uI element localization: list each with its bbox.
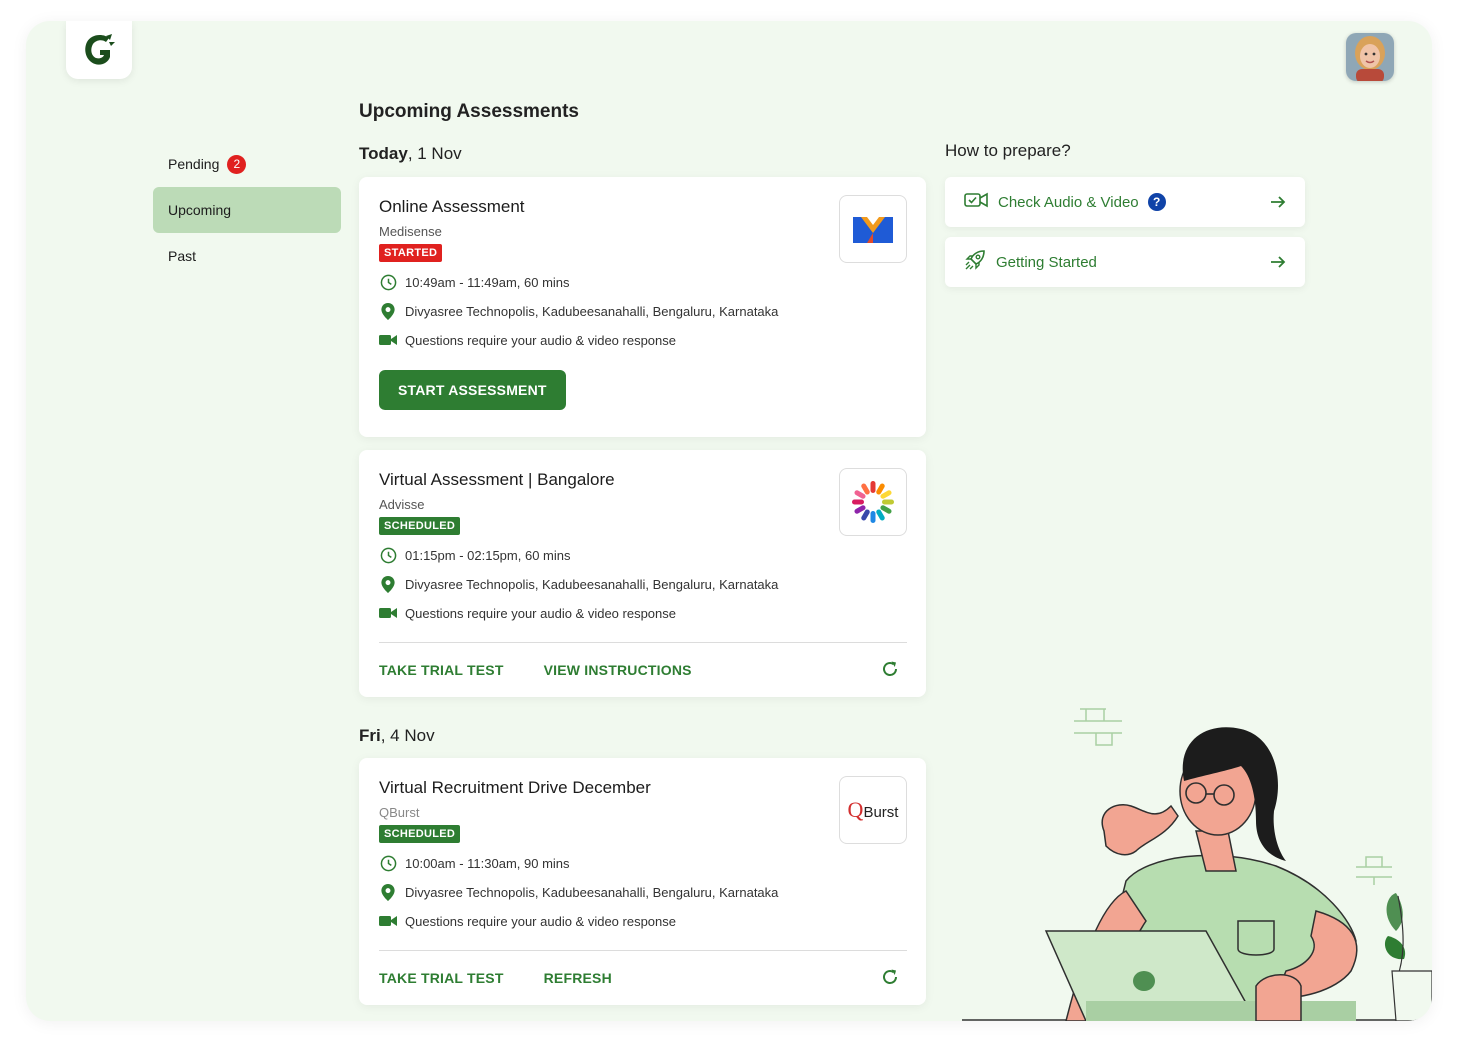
getting-started-link[interactable]: Getting Started: [945, 237, 1305, 287]
prepare-item-label: Getting Started: [996, 253, 1097, 271]
status-badge: STARTED: [379, 244, 443, 262]
media-text: Questions require your audio & video res…: [405, 332, 676, 348]
qburst-logo-q: Q: [847, 797, 864, 822]
advisse-logo-icon: [852, 481, 894, 523]
location-text: Divyasree Technopolis, Kadubeesanahalli,…: [405, 884, 779, 900]
location-row: Divyasree Technopolis, Kadubeesanahalli,…: [379, 302, 907, 320]
status-badge: SCHEDULED: [379, 517, 461, 535]
day-label: Fri: [359, 726, 381, 745]
thinking-person-illustration: [962, 708, 1432, 1021]
company-logo: Q Burst: [839, 776, 907, 844]
video-check-icon: [964, 192, 988, 213]
time-text: 01:15pm - 02:15pm, 60 mins: [405, 547, 571, 563]
video-camera-icon: [379, 912, 397, 930]
app-frame: Pending 2 Upcoming Past Upcoming Assessm…: [26, 21, 1432, 1021]
medisense-logo-icon: [853, 217, 893, 243]
arrow-right-icon: [1269, 193, 1287, 216]
time-text: 10:00am - 11:30am, 90 mins: [405, 855, 570, 871]
prepare-item-label: Check Audio & Video: [998, 193, 1139, 211]
rocket-icon: [964, 249, 986, 276]
card-footer: TAKE TRIAL TEST REFRESH: [379, 950, 907, 1004]
location-row: Divyasree Technopolis, Kadubeesanahalli,…: [379, 883, 907, 901]
refresh-button[interactable]: REFRESH: [544, 970, 612, 986]
company-name: Advisse: [379, 497, 425, 512]
page-title: Upcoming Assessments: [359, 101, 579, 122]
video-camera-icon: [379, 604, 397, 622]
assessment-card: Virtual Assessment | Bangalore Advisse S…: [359, 450, 926, 697]
take-trial-test-button[interactable]: TAKE TRIAL TEST: [379, 970, 504, 986]
prepare-title: How to prepare?: [945, 141, 1071, 160]
check-audio-video-link[interactable]: Check Audio & Video ?: [945, 177, 1305, 227]
clock-icon: [379, 546, 397, 564]
take-trial-test-button[interactable]: TAKE TRIAL TEST: [379, 662, 504, 678]
view-instructions-button[interactable]: VIEW INSTRUCTIONS: [544, 662, 692, 678]
media-row: Questions require your audio & video res…: [379, 604, 907, 622]
day-label: Today: [359, 144, 408, 163]
location-pin-icon: [379, 575, 397, 593]
time-row: 01:15pm - 02:15pm, 60 mins: [379, 546, 907, 564]
clock-icon: [379, 854, 397, 872]
refresh-icon[interactable]: [881, 968, 899, 991]
media-row: Questions require your audio & video res…: [379, 912, 907, 930]
help-icon[interactable]: ?: [1147, 193, 1166, 211]
status-badge: SCHEDULED: [379, 825, 461, 843]
assessment-card: Online Assessment Medisense STARTED 10:4…: [359, 177, 926, 437]
qburst-logo: Q Burst: [848, 797, 899, 823]
company-logo: [839, 195, 907, 263]
date-label: , 4 Nov: [380, 726, 435, 745]
assessment-title: Online Assessment: [379, 197, 525, 216]
sidebar: Pending 2 Upcoming Past: [153, 141, 341, 279]
app-logo[interactable]: [66, 21, 132, 79]
video-camera-icon: [379, 331, 397, 349]
pending-count-badge: 2: [227, 154, 247, 174]
day-heading-today: Today, 1 Nov: [359, 144, 462, 164]
date-label: , 1 Nov: [407, 144, 462, 163]
time-text: 10:49am - 11:49am, 60 mins: [405, 274, 570, 290]
arrow-right-icon: [1269, 253, 1287, 276]
location-pin-icon: [379, 302, 397, 320]
crocodile-logo-icon: [85, 34, 115, 65]
sidebar-item-label: Pending: [168, 156, 220, 172]
assessment-title: Virtual Assessment | Bangalore: [379, 470, 615, 489]
media-text: Questions require your audio & video res…: [405, 913, 676, 929]
sidebar-item-past[interactable]: Past: [153, 233, 341, 279]
qburst-logo-text: Burst: [863, 804, 899, 821]
clock-icon: [379, 273, 397, 291]
assessment-title: Virtual Recruitment Drive December: [379, 778, 651, 797]
day-heading-fri: Fri, 4 Nov: [359, 726, 435, 746]
location-row: Divyasree Technopolis, Kadubeesanahalli,…: [379, 575, 907, 593]
avatar-icon: [1346, 33, 1394, 81]
time-row: 10:00am - 11:30am, 90 mins: [379, 854, 907, 872]
company-name: Medisense: [379, 224, 442, 239]
media-row: Questions require your audio & video res…: [379, 331, 907, 349]
company-logo: [839, 468, 907, 536]
location-text: Divyasree Technopolis, Kadubeesanahalli,…: [405, 303, 779, 319]
sidebar-item-upcoming[interactable]: Upcoming: [153, 187, 341, 233]
media-text: Questions require your audio & video res…: [405, 605, 676, 621]
card-footer: TAKE TRIAL TEST VIEW INSTRUCTIONS: [379, 642, 907, 696]
assessment-card: Virtual Recruitment Drive December QBurs…: [359, 758, 926, 1005]
refresh-icon[interactable]: [881, 660, 899, 683]
user-avatar[interactable]: [1346, 33, 1394, 81]
start-assessment-button[interactable]: START ASSESSMENT: [379, 370, 566, 410]
location-pin-icon: [379, 883, 397, 901]
company-name: QBurst: [379, 805, 420, 820]
sidebar-item-pending[interactable]: Pending 2: [153, 141, 341, 187]
location-text: Divyasree Technopolis, Kadubeesanahalli,…: [405, 576, 779, 592]
time-row: 10:49am - 11:49am, 60 mins: [379, 273, 907, 291]
sidebar-item-label: Past: [168, 248, 197, 264]
sidebar-item-label: Upcoming: [168, 202, 232, 218]
